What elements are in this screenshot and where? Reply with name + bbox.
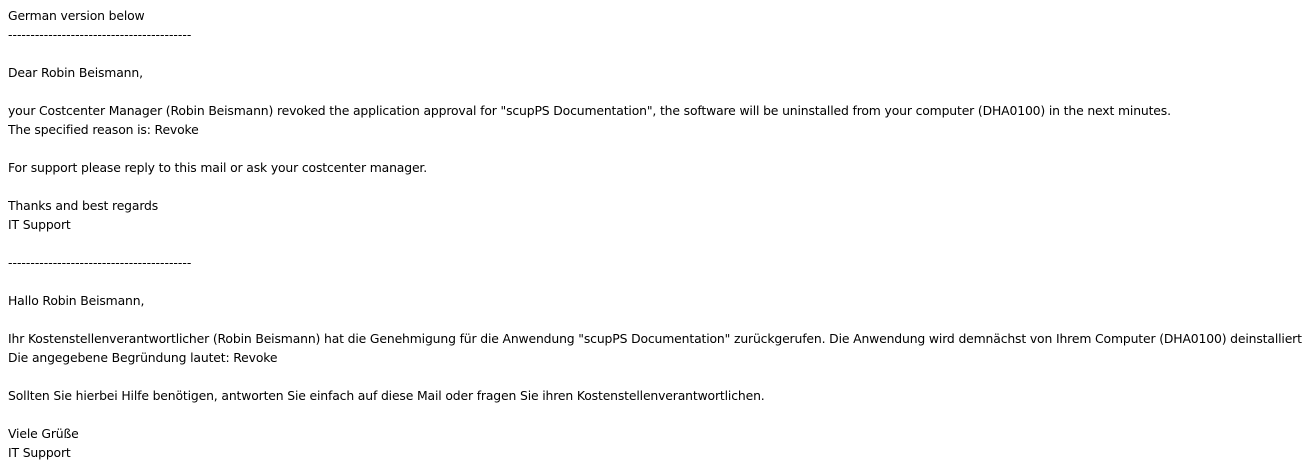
english-support-text: For support please reply to this mail or… bbox=[8, 160, 428, 175]
german-signature: IT Support bbox=[8, 445, 71, 460]
german-closing: Viele Grüße bbox=[8, 426, 79, 441]
german-body-line-2: Die angegebene Begründung lautet: Revoke bbox=[8, 350, 278, 365]
english-signature: IT Support bbox=[8, 217, 71, 232]
english-body-line-2: The specified reason is: Revoke bbox=[8, 122, 199, 137]
german-support-text: Sollten Sie hierbei Hilfe benötigen, ant… bbox=[8, 388, 765, 403]
english-closing: Thanks and best regards bbox=[8, 198, 159, 213]
german-body-line-1: Ihr Kostenstellenverantwortlicher (Robin… bbox=[8, 331, 1302, 346]
separator-middle: ----------------------------------------… bbox=[8, 255, 192, 270]
separator-top: ----------------------------------------… bbox=[8, 27, 192, 42]
english-body-line-1: your Costcenter Manager (Robin Beismann)… bbox=[8, 103, 1171, 118]
german-greeting: Hallo Robin Beismann, bbox=[8, 293, 145, 308]
english-greeting: Dear Robin Beismann, bbox=[8, 65, 143, 80]
email-body: German version below -------------------… bbox=[8, 6, 1302, 462]
header-note: German version below bbox=[8, 8, 145, 23]
